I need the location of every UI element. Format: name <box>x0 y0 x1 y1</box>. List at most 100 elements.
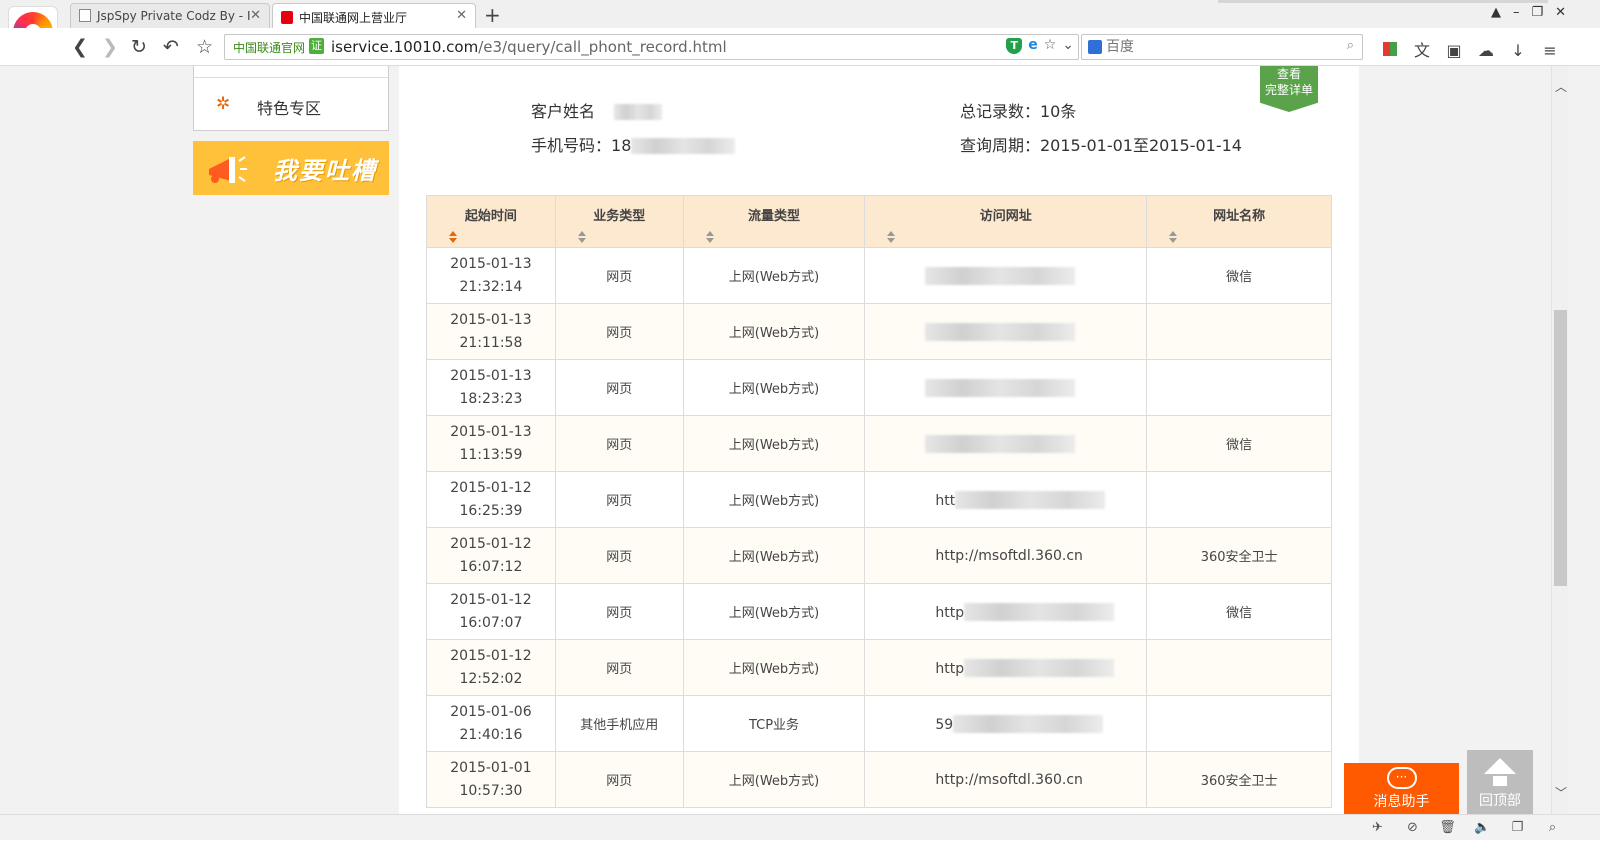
customer-name-label: 客户姓名 <box>531 102 596 121</box>
undo-icon[interactable]: ↶ <box>163 36 179 58</box>
redacted-url <box>925 266 1076 285</box>
cell-date: 2015-01-12 <box>450 479 532 496</box>
redacted-url <box>964 658 1115 677</box>
cell-visited-url <box>864 303 1148 360</box>
vertical-scrollbar[interactable]: ︿ ﹀ <box>1551 66 1568 814</box>
bookmark-star-icon[interactable]: ☆ <box>196 36 213 58</box>
cell-traffic-type: 上网(Web方式) <box>682 527 866 584</box>
complain-label: 我要吐槽 <box>273 157 377 185</box>
ribbon-line2: 完整详单 <box>1264 83 1313 97</box>
customer-name: 客户姓名 <box>531 98 663 122</box>
sort-icon[interactable] <box>577 231 586 243</box>
scroll-thumb[interactable] <box>1554 310 1567 586</box>
cell-date: 2015-01-13 <box>450 255 532 272</box>
header-business-type[interactable]: 业务类型 <box>554 195 684 248</box>
back-icon[interactable]: ❮ <box>72 36 88 58</box>
cell-traffic-type: 上网(Web方式) <box>682 303 866 360</box>
search-box[interactable]: ⌕ <box>1081 34 1363 60</box>
sound-icon[interactable]: 🔈 <box>1465 820 1500 835</box>
forward-icon[interactable]: ❯ <box>102 36 118 58</box>
ev-certificate-badge[interactable]: 证 <box>309 38 324 54</box>
cell-start-time: 2015-01-13 18:23:23 <box>426 359 556 416</box>
search-icon[interactable]: ⌕ <box>1347 38 1354 53</box>
tab-jspspy[interactable]: JspSpy Private Codz By - I ✕ <box>70 3 270 28</box>
close-icon[interactable]: ✕ <box>250 8 261 23</box>
header-visited-url[interactable]: 访问网址 <box>864 195 1148 248</box>
header-start-time[interactable]: 起始时间 <box>426 195 556 248</box>
phone-prefix: 18 <box>611 136 632 155</box>
address-bar[interactable]: 中国联通官网 证 iservice.10010.com/e3/query/cal… <box>224 34 1079 60</box>
table-row: 2015-01-13 21:11:58 网页 上网(Web方式) <box>426 303 1332 360</box>
cell-business-type: 网页 <box>554 415 684 472</box>
zoom-icon[interactable]: ⌕ <box>1535 820 1570 835</box>
redacted-url <box>964 602 1115 621</box>
redacted-url <box>925 378 1076 397</box>
speed-icon[interactable]: ⊘ <box>1395 820 1430 835</box>
cloud-icon[interactable]: ☁ <box>1470 41 1502 60</box>
sort-icon[interactable] <box>887 231 896 243</box>
cell-start-time: 2015-01-12 12:52:02 <box>426 639 556 696</box>
sort-icon[interactable] <box>449 231 457 243</box>
header-site-name[interactable]: 网址名称 <box>1146 195 1332 248</box>
menu-icon[interactable]: ≡ <box>1534 41 1566 60</box>
scroll-down-icon[interactable]: ﹀ <box>1555 784 1567 801</box>
full-detail-ribbon[interactable]: 查看 完整详单 <box>1260 66 1318 112</box>
cell-traffic-type: 上网(Web方式) <box>682 415 866 472</box>
cell-site-name: 微信 <box>1146 415 1332 472</box>
translate-icon[interactable]: 文 <box>1406 37 1438 61</box>
restore-icon[interactable]: ❐ <box>1531 5 1555 20</box>
page-viewport: ✲ 特色专区 我要吐槽 查看 完整详单 客户姓名 手机号码：18 总记录数：10… <box>0 66 1551 814</box>
cell-traffic-type: 上网(Web方式) <box>682 359 866 416</box>
sort-icon[interactable] <box>705 231 714 243</box>
back-to-top-label: 回顶部 <box>1479 793 1521 809</box>
navigation-bar: ❮ ❯ ↻ ↶ ☆ 中国联通官网 证 iservice.10010.com/e3… <box>0 28 1600 66</box>
sidebar-item-special[interactable]: 特色专区 <box>257 95 321 119</box>
sort-icon[interactable] <box>1169 231 1178 243</box>
skin-icon[interactable]: ▲ <box>1491 5 1513 20</box>
header-traffic-type[interactable]: 流量类型 <box>682 195 866 248</box>
cell-start-time: 2015-01-06 21:40:16 <box>426 695 556 752</box>
message-helper-button[interactable]: ··· 消息助手 <box>1344 763 1459 814</box>
toolbar-icons: 文 ▣ ☁ ↓ ≡ <box>1374 37 1566 61</box>
favorite-star-icon[interactable]: ☆ <box>1044 37 1057 53</box>
up-arrow-stem <box>1493 776 1507 786</box>
cell-site-name <box>1146 359 1332 416</box>
window-controls[interactable]: ▲–❐✕ <box>1491 5 1578 20</box>
main-content: 查看 完整详单 客户姓名 手机号码：18 总记录数：10条 查询周期：2015-… <box>399 66 1359 814</box>
search-input[interactable] <box>1106 37 1336 57</box>
table-row: 2015-01-12 16:07:12 网页 上网(Web方式) http://msof… <box>426 527 1332 584</box>
reload-icon[interactable]: ↻ <box>131 36 147 58</box>
scroll-up-icon[interactable]: ︿ <box>1555 78 1567 95</box>
dropdown-chevron-icon[interactable]: ⌄ <box>1062 37 1074 53</box>
download-icon[interactable]: ↓ <box>1502 41 1534 60</box>
trash-icon[interactable]: 🗑 <box>1430 820 1465 835</box>
back-to-top-button[interactable]: 回顶部 <box>1467 750 1533 814</box>
document-icon <box>79 9 91 22</box>
cell-time: 21:40:16 <box>459 726 523 743</box>
apps-grid-icon[interactable] <box>1374 41 1406 60</box>
phone-label: 手机号码： <box>531 136 612 155</box>
ie-mode-icon[interactable]: e <box>1028 37 1038 53</box>
ev-certificate-label[interactable]: 中国联通官网 <box>229 38 310 56</box>
table-row: 2015-01-13 11:13:59 网页 上网(Web方式) 微信 <box>426 415 1332 472</box>
screenshot-icon[interactable]: ▣ <box>1438 41 1470 60</box>
tab-unicom[interactable]: 中国联通网上营业厅 ✕ <box>272 3 476 28</box>
redacted-url <box>925 322 1076 341</box>
cell-site-name <box>1146 639 1332 696</box>
new-tab-button[interactable]: + <box>484 3 501 27</box>
window-icon[interactable]: ❐ <box>1500 820 1535 835</box>
baidu-paw-icon <box>1088 40 1102 54</box>
tab-title: JspSpy Private Codz By - I <box>97 9 251 23</box>
url-text[interactable]: iservice.10010.com/e3/query/call_phont_r… <box>331 38 727 56</box>
cell-visited-url <box>864 247 1148 304</box>
close-window-icon[interactable]: ✕ <box>1555 5 1578 20</box>
pin-icon[interactable]: ✈ <box>1360 820 1395 835</box>
cell-traffic-type: 上网(Web方式) <box>682 471 866 528</box>
cell-time: 10:57:30 <box>459 782 523 799</box>
chat-bubble-icon: ··· <box>1386 767 1417 789</box>
sidebar-divider <box>194 77 388 78</box>
minimize-icon[interactable]: – <box>1513 5 1532 20</box>
close-icon[interactable]: ✕ <box>456 8 467 23</box>
security-shield-icon[interactable]: T <box>1006 38 1023 54</box>
complain-banner[interactable]: 我要吐槽 <box>193 141 389 195</box>
